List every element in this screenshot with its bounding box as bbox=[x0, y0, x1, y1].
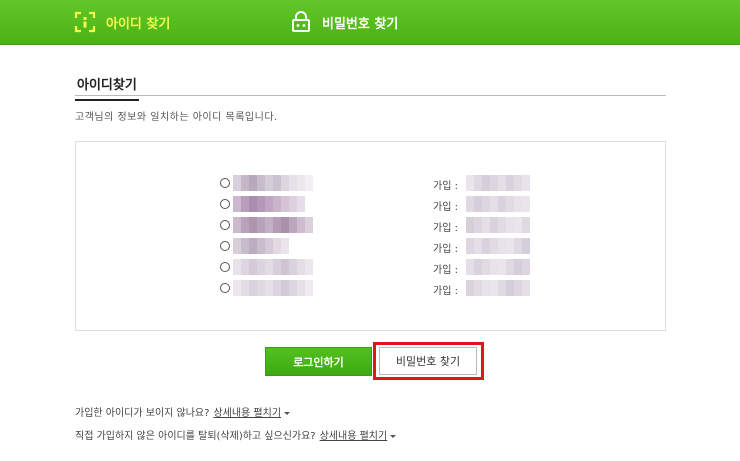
help-line-missing-id: 가입한 아이디가 보이지 않나요? 상세내용 펼치기 bbox=[75, 404, 291, 419]
help-line-delete-id: 직접 가입하지 않은 아이디를 탈퇴(삭제)하고 싶으신가요? 상세내용 펼치기 bbox=[75, 427, 397, 442]
id-result-row: 가입 : bbox=[76, 217, 665, 237]
login-button[interactable]: 로그인하기 bbox=[265, 347, 372, 376]
join-date-label: 가입 : bbox=[433, 286, 458, 297]
blurred-user-id bbox=[233, 259, 313, 275]
blurred-join-date bbox=[466, 217, 530, 233]
expand-details-link-label: 상세내용 펼치기 bbox=[213, 408, 282, 419]
blurred-join-date bbox=[466, 196, 530, 212]
tab-find-id-label: 아이디 찾기 bbox=[106, 16, 171, 32]
blurred-join-date bbox=[466, 259, 530, 275]
expand-details-link[interactable]: 상세내용 펼치기 bbox=[320, 431, 388, 442]
help-text: 직접 가입하지 않은 아이디를 탈퇴(삭제)하고 싶으신가요? bbox=[75, 431, 316, 442]
caret-down-icon bbox=[390, 434, 397, 438]
caret-down-icon bbox=[284, 411, 291, 415]
join-date-label: 가입 : bbox=[433, 244, 458, 255]
id-result-row: 가입 : bbox=[76, 175, 665, 195]
section-header: 아이디찾기 bbox=[75, 72, 666, 101]
blurred-user-id bbox=[233, 217, 313, 233]
id-result-row: 가입 : bbox=[76, 238, 665, 258]
blurred-join-date bbox=[466, 280, 530, 296]
id-result-row: 가입 : bbox=[76, 196, 665, 216]
blurred-user-id bbox=[233, 175, 313, 191]
tab-find-password-label: 비밀번호 찾기 bbox=[322, 16, 399, 32]
id-select-radio[interactable] bbox=[220, 178, 230, 188]
find-password-button[interactable]: 비밀번호 찾기 bbox=[379, 347, 477, 375]
result-description: 고객님의 정보와 일치하는 아이디 목록입니다. bbox=[75, 112, 278, 123]
join-date-label: 가입 : bbox=[433, 181, 458, 192]
id-select-radio[interactable] bbox=[220, 262, 230, 272]
blurred-join-date bbox=[466, 175, 530, 191]
tab-find-id[interactable]: 아이디 찾기 bbox=[74, 0, 170, 44]
join-date-label: 가입 : bbox=[433, 223, 458, 234]
id-result-list: 가입 : 가입 : 가입 : 가입 : 가입 : 가입 : bbox=[75, 141, 666, 331]
tab-find-password[interactable]: 비밀번호 찾기 bbox=[290, 0, 398, 44]
expand-details-link-label: 상세내용 펼치기 bbox=[319, 431, 388, 442]
top-tab-bar: 아이디 찾기 비밀번호 찾기 bbox=[0, 0, 740, 45]
blurred-join-date bbox=[466, 238, 530, 254]
id-select-radio[interactable] bbox=[220, 199, 230, 209]
blurred-user-id bbox=[233, 196, 305, 212]
id-result-row: 가입 : bbox=[76, 259, 665, 279]
join-date-label: 가입 : bbox=[433, 202, 458, 213]
id-select-radio[interactable] bbox=[220, 283, 230, 293]
page-title: 아이디찾기 bbox=[75, 72, 139, 101]
id-card-bracket-icon bbox=[74, 11, 96, 33]
id-select-radio[interactable] bbox=[220, 220, 230, 230]
id-select-radio[interactable] bbox=[220, 241, 230, 251]
blurred-user-id bbox=[233, 238, 289, 254]
join-date-label: 가입 : bbox=[433, 265, 458, 276]
id-result-row: 가입 : bbox=[76, 280, 665, 300]
expand-details-link[interactable]: 상세내용 펼치기 bbox=[213, 408, 281, 419]
help-text: 가입한 아이디가 보이지 않나요? bbox=[75, 408, 210, 419]
blurred-user-id bbox=[233, 280, 313, 296]
padlock-icon bbox=[290, 11, 312, 33]
